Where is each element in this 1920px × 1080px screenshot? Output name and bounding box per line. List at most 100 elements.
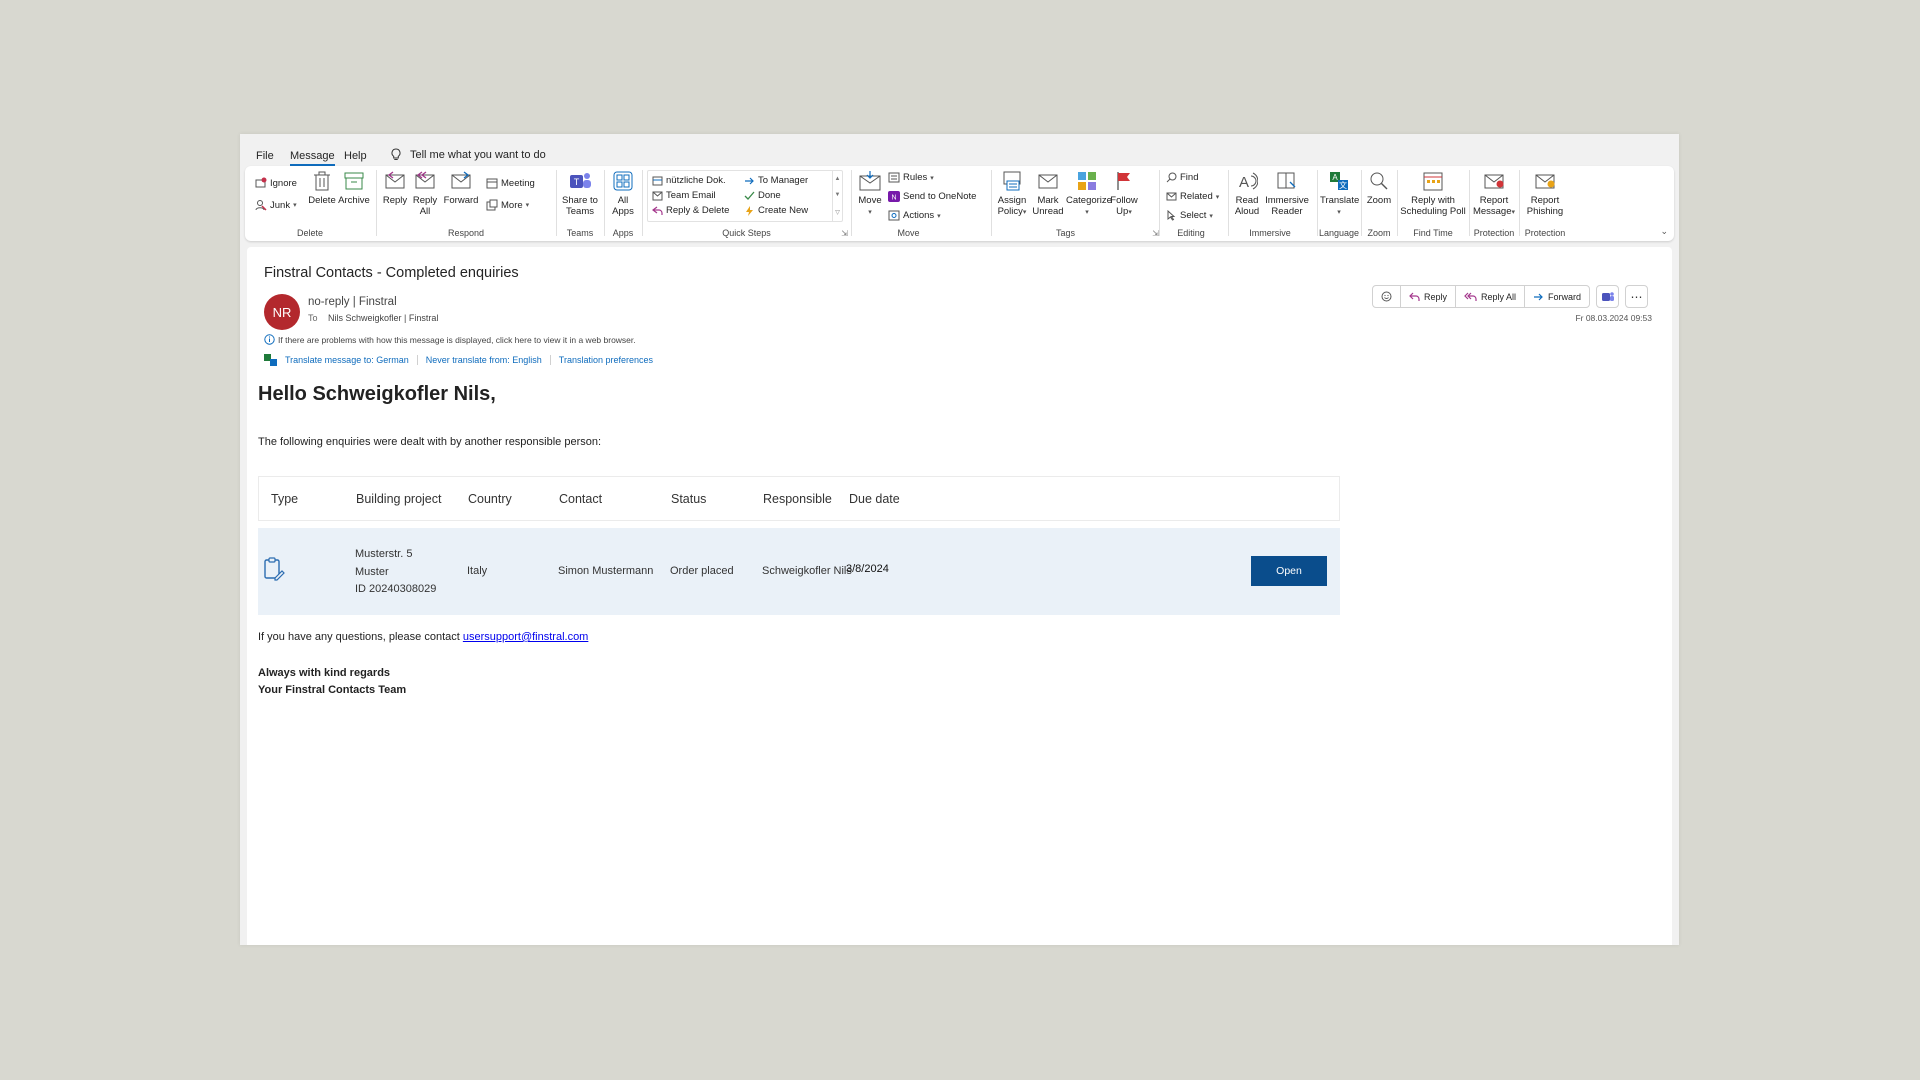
tell-me-search[interactable]: Tell me what you want to do [390, 148, 546, 161]
reply-icon [385, 171, 405, 189]
follow-up-button[interactable]: Follow Up▾ [1109, 170, 1139, 218]
group-zoom: Zoom Zoom [1362, 166, 1396, 241]
menu-bar: File Message Help Tell me what you want … [240, 134, 1679, 166]
project-street: Musterstr. 5 [355, 548, 413, 560]
collapse-ribbon-icon[interactable]: ⌄ [1660, 226, 1668, 237]
cursor-icon [1167, 210, 1176, 221]
group-label-find-time: Find Time [1413, 228, 1453, 238]
contact-cell: Simon Mustermann [558, 565, 654, 577]
support-contact-line: If you have any questions, please contac… [258, 631, 588, 643]
forward-icon [451, 171, 471, 189]
enquiries-table-header: Type Building project Country Contact St… [258, 476, 1340, 521]
quickstep-team-email[interactable]: Team Email [652, 190, 716, 201]
report-message-button[interactable]: Report Message▾ [1472, 170, 1516, 218]
reply-all-button[interactable]: Reply All [411, 170, 439, 217]
response-button-group: Reply Reply All Forward [1372, 285, 1591, 308]
report-phishing-button[interactable]: Report Phishing [1523, 170, 1567, 217]
archive-button[interactable]: Archive [337, 170, 371, 206]
mark-unread-button[interactable]: Mark Unread [1032, 170, 1064, 217]
share-to-teams-button[interactable]: T Share to Teams [561, 170, 599, 217]
emoji-reaction-button[interactable] [1373, 286, 1401, 307]
quickstep-reply-delete[interactable]: Reply & Delete [652, 205, 729, 216]
translate-button[interactable]: A文 Translate ▾ [1320, 170, 1359, 218]
categorize-button[interactable]: Categorize ▾ [1066, 170, 1112, 218]
due-date-cell: 3/8/2024 [846, 563, 889, 575]
quickstep-done[interactable]: Done [744, 190, 781, 201]
actions-button[interactable]: Actions ▾ [888, 210, 941, 221]
group-label-immersive: Immersive [1249, 228, 1291, 238]
display-problem-infobar[interactable]: If there are problems with how this mess… [264, 334, 636, 345]
menu-help[interactable]: Help [344, 150, 367, 162]
building-project-cell: Musterstr. 5 Muster ID 20240308029 [355, 546, 436, 599]
group-label-apps: Apps [612, 228, 634, 238]
column-header-responsible: Responsible [763, 492, 832, 506]
junk-button[interactable]: Junk ▾ [255, 199, 297, 211]
read-aloud-button[interactable]: A Read Aloud [1231, 170, 1263, 217]
immersive-reader-button[interactable]: Immersive Reader [1265, 170, 1309, 217]
project-city: Muster [355, 565, 389, 578]
never-translate-link[interactable]: Never translate from: English [418, 355, 551, 365]
svg-text:A: A [1239, 174, 1249, 191]
recipient-name[interactable]: Nils Schweigkofler | Finstral [328, 313, 438, 323]
calendar-poll-icon [1423, 172, 1443, 191]
translation-preferences-link[interactable]: Translation preferences [551, 355, 661, 365]
actions-icon [888, 210, 900, 221]
teams-chat-button[interactable] [1596, 285, 1620, 308]
envelope-icon [1038, 174, 1058, 189]
closing-signature: Always with kind regards Your Finstral C… [258, 665, 406, 699]
group-move: Move ▾ Rules ▾ N Send to OneNote Actions ▾ … [852, 166, 976, 241]
teams-icon: T [570, 173, 591, 188]
archive-icon [344, 172, 364, 190]
magnifier-icon [1370, 172, 1388, 190]
quick-steps-scroll[interactable]: ▲ ▼ ▽ [832, 171, 842, 221]
move-button[interactable]: Move ▾ [855, 170, 885, 218]
group-label-respond: Respond [447, 228, 485, 238]
support-email-link[interactable]: usersupport@finstral.com [463, 631, 589, 643]
clipboard-edit-icon [264, 557, 285, 581]
more-actions-button[interactable]: ⋯ [1625, 285, 1649, 308]
reply-all-action-button[interactable]: Reply All [1456, 286, 1526, 307]
rules-button[interactable]: Rules ▾ [888, 172, 934, 183]
group-label-language: Language [1318, 228, 1360, 238]
ignore-button[interactable]: Ignore [255, 177, 297, 189]
menu-message[interactable]: Message [290, 150, 335, 166]
group-label-zoom: Zoom [1367, 228, 1391, 238]
assign-policy-button[interactable]: Assign Policy▾ [995, 170, 1029, 218]
open-enquiry-button[interactable]: Open [1251, 556, 1327, 586]
sender-name[interactable]: no-reply | Finstral [308, 296, 397, 308]
translate-message-link[interactable]: Translate message to: German [277, 355, 418, 365]
related-button[interactable]: Related ▾ [1166, 191, 1219, 202]
chevron-down-icon[interactable]: ▼ [835, 192, 841, 198]
meeting-button[interactable]: Meeting [486, 177, 535, 189]
group-label-protection: Protection [1473, 228, 1515, 238]
zoom-button[interactable]: Zoom [1364, 170, 1394, 206]
group-respond: Reply Reply All Forward Meeting More ▾ Re… [377, 166, 555, 241]
forward-button[interactable]: Forward [443, 170, 479, 206]
quickstep-create-new[interactable]: Create New [744, 205, 808, 216]
group-tags: Assign Policy▾ Mark Unread Categorize ▾ F… [992, 166, 1159, 241]
table-row: Musterstr. 5 Muster ID 20240308029 Italy… [258, 528, 1340, 615]
quickstep-nuetzliche-dok[interactable]: nützliche Dok. [652, 175, 726, 186]
expand-gallery-icon[interactable]: ▽ [835, 209, 840, 216]
reply-button[interactable]: Reply [381, 170, 409, 206]
menu-file[interactable]: File [256, 150, 274, 162]
find-button[interactable]: Find [1166, 172, 1198, 183]
send-to-onenote-button[interactable]: N Send to OneNote [888, 191, 976, 202]
forward-action-button[interactable]: Forward [1525, 286, 1589, 307]
delete-button[interactable]: Delete [307, 170, 337, 206]
dialog-launcher-icon[interactable]: ⇲ [1152, 229, 1159, 238]
scheduling-poll-button[interactable]: Reply with Scheduling Poll [1400, 170, 1466, 217]
all-apps-button[interactable]: All Apps [608, 170, 638, 217]
reply-arrow-icon [1409, 292, 1420, 301]
translate-icon [264, 354, 277, 366]
sender-avatar[interactable]: NR [264, 294, 300, 330]
select-button[interactable]: Select ▾ [1166, 210, 1213, 221]
more-respond-button[interactable]: More ▾ [486, 199, 529, 211]
outlook-message-window: File Message Help Tell me what you want … [240, 134, 1679, 945]
group-label-move: Move [897, 228, 920, 238]
reply-delete-icon [652, 206, 663, 215]
reply-action-button[interactable]: Reply [1401, 286, 1457, 307]
chevron-up-icon[interactable]: ▲ [835, 176, 841, 182]
quickstep-to-manager[interactable]: To Manager [744, 175, 808, 186]
tell-me-text: Tell me what you want to do [410, 148, 546, 161]
